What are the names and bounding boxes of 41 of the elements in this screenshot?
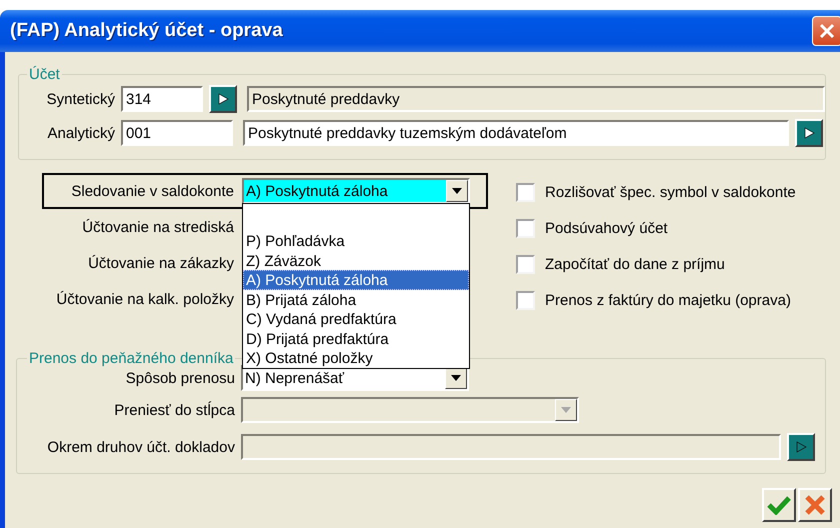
field-label: Sledovanie v saldokonte <box>70 182 234 200</box>
group-legend: Účet <box>27 66 62 83</box>
group-legend: Prenos do peňažného denníka <box>27 350 236 367</box>
cross-icon <box>804 494 826 516</box>
input-field[interactable]: 001 <box>121 120 233 146</box>
checkbox[interactable] <box>516 254 535 274</box>
field-label: Spôsob prenosu <box>124 370 235 386</box>
checkmark-icon <box>767 495 791 515</box>
input-field[interactable]: 314 <box>121 86 203 112</box>
field-label: Preniesť do stĺpca <box>113 402 235 418</box>
checkbox[interactable] <box>516 290 535 310</box>
lookup-button[interactable] <box>209 85 237 113</box>
lookup-button[interactable] <box>787 433 815 461</box>
input-field[interactable]: Poskytnuté preddavky tuzemským dodávateľom <box>243 120 789 146</box>
checkbox-label: Podsúvahový účet <box>545 220 668 236</box>
close-icon <box>819 23 835 39</box>
checkbox[interactable] <box>516 182 535 202</box>
dropdown-arrow-icon <box>451 375 461 381</box>
play-icon <box>803 127 815 139</box>
cancel-button[interactable] <box>798 488 832 522</box>
checkbox[interactable] <box>516 218 535 238</box>
dropdown-arrow-icon <box>561 407 571 413</box>
field-label: Účtovanie na strediská <box>81 218 234 236</box>
checkbox-label: Započítať do dane z príjmu <box>545 256 725 272</box>
checkbox-label: Prenos z faktúry do majetku (oprava) <box>545 292 791 308</box>
field-label: Syntetický <box>46 90 115 108</box>
checkbox-label: Rozlišovať špec. symbol v saldokonte <box>545 184 796 200</box>
field-label: Účtovanie na zákazky <box>87 254 234 272</box>
dropdown-option[interactable]: B) Prijatá záloha <box>243 290 469 309</box>
play-icon <box>217 93 229 105</box>
close-button[interactable] <box>812 16 840 46</box>
dropdown-arrow-icon <box>452 188 462 194</box>
play-icon <box>795 441 807 453</box>
window-title: (FAP) Analytický účet - oprava <box>10 20 283 42</box>
dropdown-option[interactable]: A) Poskytnutá záloha <box>243 270 469 290</box>
field-label: Okrem druhov účt. dokladov <box>46 438 235 456</box>
field-label: Účtovanie na kalk. položky <box>55 290 234 308</box>
field-label: Analytický <box>46 124 115 142</box>
readonly-field: Poskytnuté preddavky <box>247 86 825 112</box>
confirm-button[interactable] <box>762 488 796 522</box>
lookup-button[interactable] <box>795 119 823 147</box>
